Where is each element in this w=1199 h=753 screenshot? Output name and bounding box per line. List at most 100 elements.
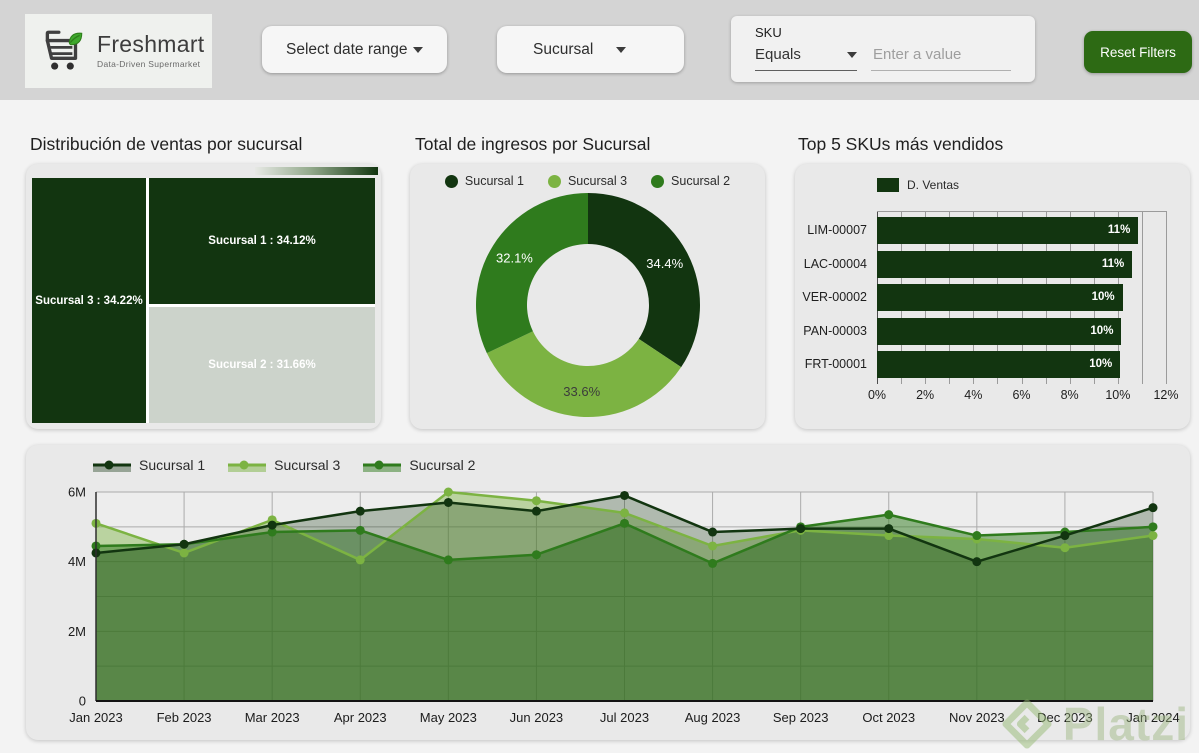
bar-x-tick-label: 12% bbox=[1153, 388, 1179, 402]
x-axis-tick-label: Feb 2023 bbox=[157, 710, 212, 725]
treemap: Sucursal 3 : 34.22% Sucursal 1 : 34.12% … bbox=[32, 178, 375, 423]
treemap-color-scale bbox=[255, 167, 378, 175]
x-axis-tick-label: Sep 2023 bbox=[773, 710, 829, 725]
reset-filters-button[interactable]: Reset Filters bbox=[1084, 31, 1192, 73]
treemap-block-label: Sucursal 1 : 34.12% bbox=[208, 235, 316, 247]
donut-card: Sucursal 1 Sucursal 3 Sucursal 2 34.4% 33.6… bbox=[410, 164, 765, 429]
brand-logo: Freshmart Data-Driven Supermarket bbox=[25, 14, 212, 88]
data-point-sucursal-1-apr-2023[interactable] bbox=[355, 506, 365, 516]
legend-item-sucursal-3[interactable]: Sucursal 3 bbox=[228, 457, 340, 473]
data-point-sucursal-3-jul-2023[interactable] bbox=[620, 508, 629, 518]
bar-card: D. Ventas LIM-00007 11% LAC-00004 11% VER-00… bbox=[795, 164, 1190, 429]
data-point-sucursal-1-jan-2024[interactable] bbox=[1148, 503, 1158, 513]
cart-logo-icon bbox=[45, 30, 83, 70]
bar-x-tick-label: 0% bbox=[867, 388, 887, 402]
data-point-sucursal-1-oct-2023[interactable] bbox=[884, 524, 894, 534]
data-point-sucursal-1-mar-2023[interactable] bbox=[267, 520, 277, 530]
sku-filter-label: SKU bbox=[755, 25, 782, 40]
sucursal-label: Sucursal bbox=[533, 40, 594, 58]
line-card: Sucursal 1 Sucursal 3 Sucursal 2 0 2M 4M 6M Ja… bbox=[26, 445, 1190, 740]
bar-gridline bbox=[1166, 211, 1167, 384]
data-point-sucursal-1-may-2023[interactable] bbox=[443, 497, 453, 507]
x-axis-tick-label: Jan 2023 bbox=[69, 710, 123, 725]
data-point-sucursal-3-jan-2024[interactable] bbox=[1148, 531, 1158, 541]
data-point-sucursal-3-may-2023[interactable] bbox=[443, 487, 453, 497]
x-axis-tick-label: Nov 2023 bbox=[949, 710, 1005, 725]
donut-chart[interactable]: 34.4% 33.6% 32.1% bbox=[410, 164, 765, 429]
bar-x-tick-label: 4% bbox=[964, 388, 983, 402]
data-point-sucursal-1-jul-2023[interactable] bbox=[620, 490, 629, 500]
data-point-sucursal-2-apr-2023[interactable] bbox=[355, 525, 365, 535]
data-point-sucursal-1-dec-2023[interactable] bbox=[1060, 531, 1070, 541]
legend-item-sucursal-2[interactable]: Sucursal 2 bbox=[363, 457, 475, 473]
data-point-sucursal-2-nov-2023[interactable] bbox=[972, 531, 982, 541]
data-point-sucursal-2-oct-2023[interactable] bbox=[884, 510, 894, 520]
y-axis-tick-label: 0 bbox=[79, 694, 86, 709]
date-range-filter[interactable]: Select date range bbox=[262, 26, 447, 73]
donut-slice-sucursal-2[interactable] bbox=[476, 193, 588, 354]
bar-value-label: 10% bbox=[1090, 324, 1114, 337]
data-point-sucursal-3-feb-2023[interactable] bbox=[179, 548, 189, 558]
data-point-sucursal-1-sep-2023[interactable] bbox=[796, 524, 806, 534]
legend-line-symbol bbox=[93, 460, 131, 472]
donut-slice-sucursal-1[interactable] bbox=[588, 193, 700, 368]
bar-chart: LIM-00007 11% LAC-00004 11% VER-00002 10% PAN-… bbox=[795, 164, 1190, 429]
x-axis-tick-label: Jan 2024 bbox=[1126, 710, 1180, 725]
date-range-label: Select date range bbox=[286, 40, 408, 58]
bar-category-label: LAC-00004 bbox=[803, 256, 867, 271]
data-point-sucursal-2-aug-2023[interactable] bbox=[708, 558, 718, 568]
x-axis-tick-label: Mar 2023 bbox=[245, 710, 300, 725]
sku-operator-dropdown[interactable]: Equals bbox=[755, 46, 857, 71]
treemap-card: Sucursal 3 : 34.22% Sucursal 1 : 34.12% … bbox=[26, 164, 381, 429]
bar-category-label: VER-00002 bbox=[802, 290, 867, 305]
sku-value-input[interactable] bbox=[871, 45, 1011, 71]
data-point-sucursal-1-jun-2023[interactable] bbox=[531, 506, 541, 516]
x-axis-tick-label: Apr 2023 bbox=[334, 710, 387, 725]
donut-slice-label: 32.1% bbox=[496, 251, 533, 266]
data-point-sucursal-3-apr-2023[interactable] bbox=[355, 555, 365, 565]
x-axis-tick-label: Oct 2023 bbox=[862, 710, 915, 725]
treemap-block-sucursal-1[interactable]: Sucursal 1 : 34.12% bbox=[149, 178, 375, 304]
dashboard-page: Freshmart Data-Driven Supermarket Select… bbox=[0, 0, 1199, 753]
data-point-sucursal-2-jun-2023[interactable] bbox=[531, 550, 541, 560]
brand-text-block: Freshmart Data-Driven Supermarket bbox=[97, 31, 205, 70]
treemap-block-sucursal-3[interactable]: Sucursal 3 : 34.22% bbox=[32, 178, 146, 423]
bar-value-label: 10% bbox=[1091, 291, 1115, 304]
x-axis-tick-label: Dec 2023 bbox=[1037, 710, 1093, 725]
x-axis-tick-label: Jun 2023 bbox=[510, 710, 564, 725]
sku-filter-row: Equals bbox=[755, 45, 1011, 71]
data-point-sucursal-3-aug-2023[interactable] bbox=[708, 541, 718, 551]
chevron-down-icon bbox=[616, 46, 626, 53]
brand-name: Freshmart bbox=[97, 31, 205, 57]
treemap-block-label: Sucursal 3 : 34.22% bbox=[35, 294, 143, 307]
line-area-chart[interactable]: 0 2M 4M 6M Jan 2023 Feb 2023 Mar 2023 Apr 2023 M… bbox=[26, 445, 1190, 740]
legend-label: Sucursal 2 bbox=[409, 457, 476, 473]
treemap-title: Distribución de ventas por sucursal bbox=[30, 134, 303, 154]
data-point-sucursal-2-may-2023[interactable] bbox=[443, 555, 453, 565]
data-point-sucursal-3-dec-2023[interactable] bbox=[1060, 543, 1070, 553]
legend-item-sucursal-1[interactable]: Sucursal 1 bbox=[93, 457, 205, 473]
bar-title: Top 5 SKUs más vendidos bbox=[798, 134, 1004, 154]
donut-title: Total de ingresos por Sucursal bbox=[415, 134, 651, 154]
sucursal-filter[interactable]: Sucursal bbox=[497, 26, 684, 73]
legend-label: Sucursal 1 bbox=[139, 457, 206, 473]
donut-slice-label: 34.4% bbox=[646, 256, 683, 271]
y-axis-tick-label: 4M bbox=[68, 554, 86, 569]
data-point-sucursal-2-jan-2024[interactable] bbox=[1148, 522, 1158, 532]
data-point-sucursal-3-jun-2023[interactable] bbox=[531, 496, 541, 506]
y-axis-tick-label: 6M bbox=[68, 485, 86, 500]
bar-x-tick-label: 2% bbox=[916, 388, 935, 402]
treemap-block-sucursal-2[interactable]: Sucursal 2 : 31.66% bbox=[149, 307, 375, 423]
legend-label: Sucursal 3 bbox=[274, 457, 341, 473]
sku-filter: SKU Equals bbox=[731, 16, 1035, 82]
brand-tagline: Data-Driven Supermarket bbox=[97, 59, 201, 69]
data-point-sucursal-1-nov-2023[interactable] bbox=[972, 557, 982, 567]
x-axis-tick-label: Jul 2023 bbox=[600, 710, 649, 725]
data-point-sucursal-2-jul-2023[interactable] bbox=[620, 518, 629, 528]
bar-x-tick-label: 10% bbox=[1105, 388, 1131, 402]
bar-category-label: FRT-00001 bbox=[804, 357, 867, 372]
data-point-sucursal-1-feb-2023[interactable] bbox=[179, 539, 189, 549]
data-point-sucursal-1-aug-2023[interactable] bbox=[708, 527, 718, 537]
line-legend: Sucursal 1 Sucursal 3 Sucursal 2 bbox=[93, 457, 475, 473]
bar-category-label: LIM-00007 bbox=[807, 223, 867, 237]
